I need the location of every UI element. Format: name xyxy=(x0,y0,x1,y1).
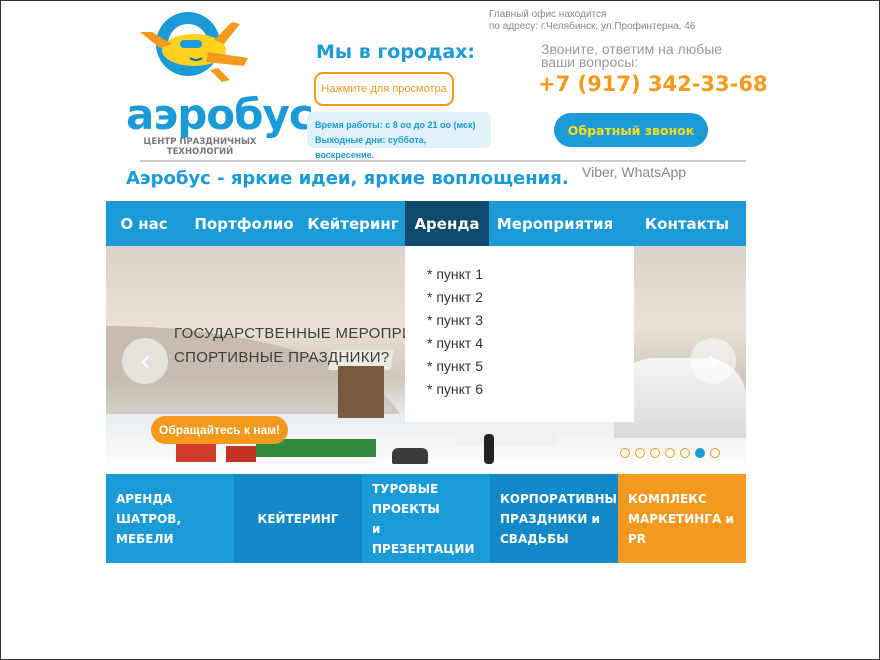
tile-corporate-weddings[interactable]: КОРПОРАТИВНЫЕ ПРАЗДНИКИ и СВАДЬБЫ xyxy=(490,474,625,563)
slider-dot[interactable] xyxy=(695,448,705,458)
weekend-days-line: Выходные дни: суббота, воскресение. xyxy=(315,135,427,160)
slider-dot[interactable] xyxy=(620,448,630,458)
slider-dots xyxy=(620,448,720,458)
logo-subtitle: ЦЕНТР ПРАЗДНИЧНЫХ ТЕХНОЛОГИЙ xyxy=(143,137,257,157)
nav-item-events[interactable]: Мероприятия xyxy=(493,201,617,246)
service-tiles: АРЕНДА ШАТРОВ, МЕБЕЛИ КЕЙТЕРИНГ ТУРОВЫЕ … xyxy=(106,474,746,563)
tile-marketing-pr[interactable]: КОМПЛЕКС МАРКЕТИНГА и PR xyxy=(618,474,746,563)
slider-next-button[interactable]: › xyxy=(690,338,736,384)
airplane-logo-icon xyxy=(140,12,248,82)
office-address-line1: Главный офис находится xyxy=(489,9,607,20)
slider-prev-button[interactable]: ‹ xyxy=(122,338,168,384)
dropdown-item[interactable]: * пункт 2 xyxy=(405,286,634,309)
call-prompt: Звоните, ответим на любые ваши вопросы: xyxy=(541,42,722,70)
view-cities-button[interactable]: Нажмите для просмотра xyxy=(314,72,454,106)
slide-person xyxy=(484,434,494,464)
slider-dot[interactable] xyxy=(635,448,645,458)
slide-car xyxy=(392,448,428,464)
tile-label: и ПРЕЗЕНТАЦИИ xyxy=(372,521,475,556)
tile-catering[interactable]: КЕЙТЕРИНГ xyxy=(234,474,362,563)
dropdown-item[interactable]: * пункт 6 xyxy=(405,378,634,401)
cities-title: Мы в городах: xyxy=(316,41,475,63)
messengers-label: Viber, WhatsApp xyxy=(582,164,687,180)
chevron-left-icon: ‹ xyxy=(139,343,151,379)
nav-item-portfolio[interactable]: Портфолио xyxy=(184,201,304,246)
tagline: Аэробус - яркие идеи, яркие воплощения. xyxy=(126,168,569,189)
working-hours: Время работы: с 8 оо до 21 оо (мск) Выхо… xyxy=(307,112,491,160)
dropdown-item[interactable]: * пункт 4 xyxy=(405,332,634,355)
working-hours-line: Время работы: с 8 оо до 21 оо (мск) xyxy=(315,120,476,130)
tile-label: ПРАЗДНИКИ и xyxy=(500,511,600,526)
slider-dot[interactable] xyxy=(650,448,660,458)
tile-label: КОМПЛЕКС xyxy=(628,491,707,506)
slide-barrier xyxy=(176,442,216,462)
slider-dot[interactable] xyxy=(680,448,690,458)
nav-item-contacts[interactable]: Контакты xyxy=(636,201,738,246)
tile-label: КОРПОРАТИВНЫЕ xyxy=(500,491,626,506)
header-divider xyxy=(140,160,746,162)
tile-label: АРЕНДА ШАТРОВ, xyxy=(116,491,181,526)
tile-label: КЕЙТЕРИНГ xyxy=(257,511,339,526)
slider-dot[interactable] xyxy=(665,448,675,458)
logo[interactable]: аэробус ЦЕНТР ПРАЗДНИЧНЫХ ТЕХНОЛОГИЙ xyxy=(122,10,314,160)
chevron-right-icon: › xyxy=(707,343,719,379)
tile-label: ТУРОВЫЕ ПРОЕКТЫ xyxy=(372,481,440,516)
tile-label: МАРКЕТИНГА и PR xyxy=(628,511,734,546)
dropdown-item[interactable]: * пункт 1 xyxy=(405,263,634,286)
nav-item-catering[interactable]: Кейтеринг xyxy=(302,201,404,246)
office-address: Главный офис находится по адресу: г.Челя… xyxy=(489,9,695,33)
tile-tent-rental[interactable]: АРЕНДА ШАТРОВ, МЕБЕЛИ xyxy=(106,474,234,563)
slide-barrier xyxy=(226,446,256,462)
call-prompt-line2: ваши вопросы: xyxy=(541,54,639,70)
rent-dropdown-menu: * пункт 1 * пункт 2 * пункт 3 * пункт 4 … xyxy=(405,246,634,422)
dropdown-item[interactable]: * пункт 3 xyxy=(405,309,634,332)
main-nav: О нас Портфолио Кейтеринг Аренда Меропри… xyxy=(106,201,746,246)
slide-house xyxy=(338,366,384,418)
tile-tour-projects[interactable]: ТУРОВЫЕ ПРОЕКТЫ и ПРЕЗЕНТАЦИИ xyxy=(362,474,490,563)
nav-item-about[interactable]: О нас xyxy=(106,201,182,246)
slide-cta-button[interactable]: Обращайтесь к нам! xyxy=(151,416,288,444)
tile-label: МЕБЕЛИ xyxy=(116,531,174,546)
dropdown-item[interactable]: * пункт 5 xyxy=(405,355,634,378)
logo-wordmark: аэробус xyxy=(126,90,314,139)
nav-item-rent[interactable]: Аренда xyxy=(405,201,489,246)
phone-number[interactable]: +7 (917) 342-33-68 xyxy=(538,72,768,96)
tile-label: СВАДЬБЫ xyxy=(500,531,569,546)
slider-dot[interactable] xyxy=(710,448,720,458)
office-address-line2: по адресу: г.Челябинск, ул.Профинтерна, … xyxy=(489,21,696,32)
callback-button[interactable]: Обратный звонок xyxy=(554,113,708,147)
